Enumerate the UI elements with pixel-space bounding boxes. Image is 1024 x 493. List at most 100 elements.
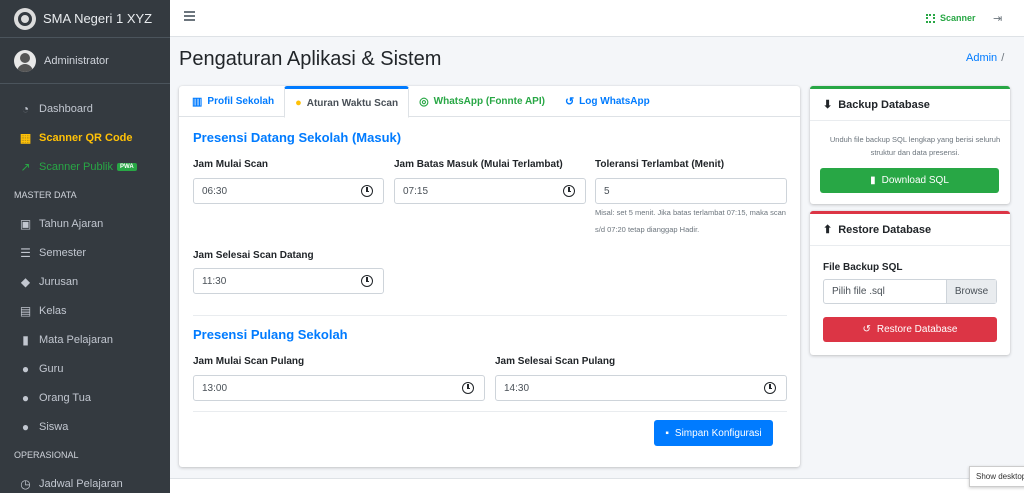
sidebar-item-jadwal-pelajaran[interactable]: ◷ Jadwal Pelajaran	[0, 469, 170, 493]
upload-icon: ⬆	[823, 224, 833, 236]
jam-selesai-pulang-input[interactable]: 14:30	[495, 375, 787, 401]
jam-batas-masuk-input[interactable]: 07:15	[394, 178, 586, 204]
avatar	[14, 49, 36, 72]
download-sql-label: Download SQL	[881, 175, 949, 186]
toleransi-input[interactable]: 5	[595, 178, 787, 204]
sidebar-item-siswa[interactable]: ● Siswa	[0, 412, 170, 441]
tab-whatsapp[interactable]: ◎ WhatsApp (Fonnte API)	[409, 86, 555, 117]
list-icon: ☰	[20, 245, 31, 260]
chalkboard-icon: ▤	[19, 303, 32, 318]
calendar-icon: ▣	[19, 216, 32, 231]
sidebar-item-label: Tahun Ajaran	[39, 217, 104, 230]
nav-header-operasional: OPERASIONAL	[14, 450, 79, 460]
whatsapp-icon: ◎	[419, 96, 429, 108]
jam-mulai-pulang-label: Jam Mulai Scan Pulang	[193, 356, 305, 367]
toleransi-value: 5	[604, 185, 610, 197]
sidebar-item-jurusan[interactable]: ◆ Jurusan	[0, 267, 170, 296]
menu-toggle-icon[interactable]	[184, 11, 195, 21]
users-icon: ●	[21, 390, 30, 405]
brand-link[interactable]: SMA Negeri 1 XYZ	[0, 0, 170, 38]
settings-tabs: ▥ Profil Sekolah ● Aturan Waktu Scan ◎ W…	[179, 86, 800, 118]
pulang-section-title: Presensi Pulang Sekolah	[193, 327, 348, 342]
logout-icon[interactable]: ⇥	[993, 12, 1002, 25]
simpan-konfigurasi-label: Simpan Konfigurasi	[674, 427, 762, 439]
scanner-link[interactable]: Scanner	[926, 13, 976, 23]
restore-database-label: Restore Database	[876, 324, 958, 335]
sidebar-item-label: Orang Tua	[39, 391, 91, 404]
history-icon: ↺	[862, 324, 871, 335]
qrcode-icon	[926, 13, 935, 23]
sidebar-item-scanner-publik[interactable]: ↗ Scanner Publik PWA	[0, 152, 170, 181]
file-backup-label: File Backup SQL	[823, 262, 903, 273]
clock-icon[interactable]	[361, 275, 373, 287]
sidebar-item-orang-tua[interactable]: ● Orang Tua	[0, 383, 170, 412]
clock-icon[interactable]	[361, 185, 373, 197]
browse-button[interactable]: Browse	[946, 280, 996, 303]
clock-icon[interactable]	[764, 382, 776, 394]
masuk-section-title: Presensi Datang Sekolah (Masuk)	[193, 130, 402, 145]
toleransi-label: Toleransi Terlambat (Menit)	[595, 159, 725, 170]
clock-icon[interactable]	[462, 382, 474, 394]
tab-label: Profil Sekolah	[207, 96, 275, 107]
jam-mulai-scan-input[interactable]: 06:30	[193, 178, 384, 204]
sidebar-item-scanner-qr[interactable]: ▦ Scanner QR Code	[0, 123, 170, 152]
top-navbar: Scanner ⇥	[170, 0, 1024, 37]
sidebar-item-kelas[interactable]: ▤ Kelas	[0, 296, 170, 325]
file-placeholder: Pilih file .sql	[832, 286, 885, 297]
user-panel[interactable]: Administrator	[0, 38, 170, 84]
tab-log-whatsapp[interactable]: ↺ Log WhatsApp	[555, 86, 660, 117]
download-sql-button[interactable]: ▮ Download SQL	[820, 168, 999, 193]
external-link-icon: ↗	[20, 159, 31, 174]
sidebar-item-label: Mata Pelajaran	[39, 333, 113, 346]
jam-mulai-scan-value: 06:30	[202, 185, 228, 197]
breadcrumb-separator: /	[1001, 52, 1005, 64]
backup-title: Backup Database	[838, 98, 930, 111]
simpan-konfigurasi-button[interactable]: ▪ Simpan Konfigurasi	[654, 420, 773, 446]
tab-profil-sekolah[interactable]: ▥ Profil Sekolah	[182, 86, 284, 117]
graduation-cap-icon: ◆	[20, 274, 31, 289]
sidebar-item-mata-pelajaran[interactable]: ▮ Mata Pelajaran	[0, 325, 170, 354]
show-desktop-tooltip: Show desktop	[969, 466, 1024, 487]
tab-label: Aturan Waktu Scan	[306, 97, 399, 109]
pwa-badge: PWA	[117, 162, 137, 171]
jam-selesai-datang-label: Jam Selesai Scan Datang	[193, 250, 314, 261]
sidebar-item-dashboard[interactable]: ◔ Dashboard	[0, 94, 170, 123]
sidebar-item-label: Dashboard	[39, 102, 93, 115]
breadcrumb-admin-link[interactable]: Admin	[966, 52, 997, 64]
user-name: Administrator	[44, 54, 109, 67]
sidebar-item-label: Jadwal Pelajaran	[39, 477, 123, 490]
page-title: Pengaturan Aplikasi & Sistem	[179, 48, 442, 70]
footer	[170, 478, 1024, 493]
toleransi-hint: Misal: set 5 menit. Jika batas terlambat…	[595, 208, 786, 234]
sql-file-input[interactable]: Pilih file .sql Browse	[823, 279, 997, 304]
clock-icon[interactable]	[563, 185, 575, 197]
book-icon: ▮	[22, 332, 29, 347]
sidebar-nav: ◔ Dashboard ▦ Scanner QR Code ↗ Scanner …	[0, 84, 170, 493]
school-logo-icon	[14, 7, 36, 30]
tab-label: WhatsApp (Fonnte API)	[433, 96, 545, 107]
sidebar-item-semester[interactable]: ☰ Semester	[0, 238, 170, 267]
jam-selesai-datang-input[interactable]: 11:30	[193, 268, 384, 294]
clock-icon: ●	[295, 97, 302, 109]
sidebar-item-tahun-ajaran[interactable]: ▣ Tahun Ajaran	[0, 209, 170, 238]
restore-card: ⬆ Restore Database File Backup SQL Pilih…	[810, 211, 1010, 355]
footer-divider	[193, 411, 787, 412]
restore-database-button[interactable]: ↺ Restore Database	[823, 317, 997, 342]
jam-selesai-pulang-value: 14:30	[504, 382, 530, 394]
tab-aturan-waktu-scan[interactable]: ● Aturan Waktu Scan	[284, 86, 410, 118]
jam-mulai-pulang-value: 13:00	[202, 382, 228, 394]
backup-description: Unduh file backup SQL lengkap yang beris…	[829, 135, 1001, 157]
jam-mulai-pulang-input[interactable]: 13:00	[193, 375, 485, 401]
file-download-icon: ▮	[870, 175, 876, 186]
breadcrumb: Admin /	[966, 52, 1004, 64]
backup-card: ⬇ Backup Database Unduh file backup SQL …	[810, 86, 1010, 204]
clock-icon: ◷	[20, 476, 31, 491]
settings-card: ▥ Profil Sekolah ● Aturan Waktu Scan ◎ W…	[179, 86, 800, 467]
scanner-link-label: Scanner	[940, 13, 976, 23]
sidebar-item-label: Kelas	[39, 304, 67, 317]
sidebar-item-label: Jurusan	[39, 275, 79, 288]
sidebar-item-label: Scanner Publik	[39, 160, 113, 173]
brand-name: SMA Negeri 1 XYZ	[43, 11, 153, 26]
sidebar-item-label: Siswa	[39, 420, 69, 433]
sidebar-item-guru[interactable]: ● Guru	[0, 354, 170, 383]
